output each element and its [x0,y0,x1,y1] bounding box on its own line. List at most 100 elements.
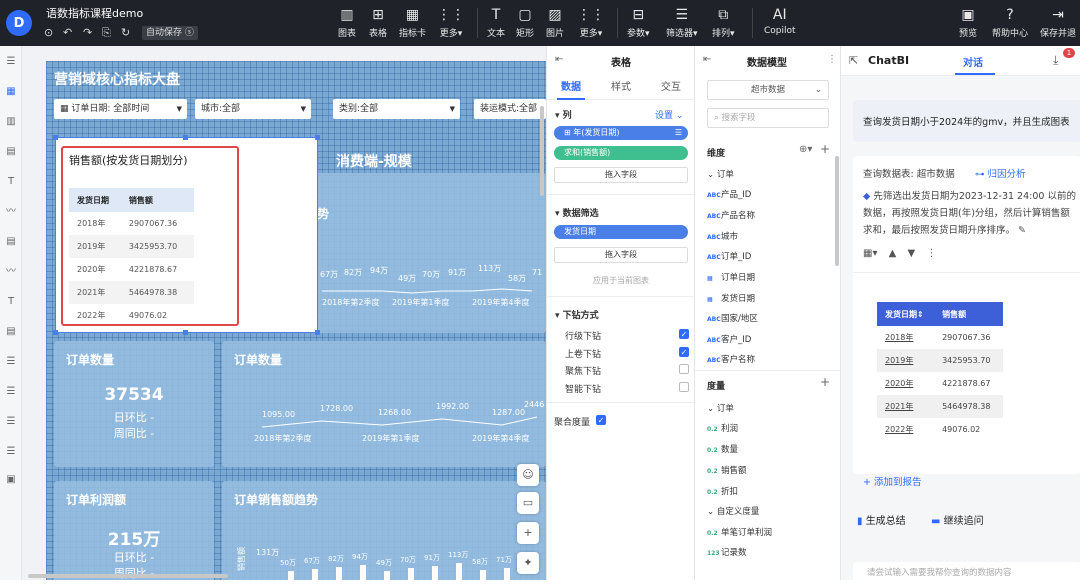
filter-ship-mode[interactable]: 装运模式:全部 [474,99,546,119]
order-count-kpi-card[interactable]: 订单数量 37534 日环比 - 周同比 - [54,341,214,467]
canvas-horizontal-scrollbar[interactable] [28,574,228,578]
image-button[interactable]: ▨ 图片 [546,6,564,39]
dimension-field[interactable]: ABC城市 [707,230,738,242]
globe-icon[interactable]: ⊕▾ [799,144,812,155]
measure-field[interactable]: 0.2 折扣 [707,485,738,497]
download-icon[interactable]: ⤓ [1053,53,1058,68]
filter-button[interactable]: ☰ 筛选器▾ [666,6,698,39]
dimension-field[interactable]: ABC客户_ID [707,333,751,345]
data-filter-section[interactable]: ▾ 数据筛选 [555,206,599,219]
indicator-card-button[interactable]: ▦ 指标卡 [399,6,426,39]
list-icon[interactable]: ☰ [5,416,17,428]
tab-dialog[interactable]: 对话 [963,54,983,69]
follow-up-button[interactable]: ▬ 继续追问 [931,512,984,527]
dimension-field[interactable]: ABC产品名称 [707,209,755,221]
rectangle-button[interactable]: ▢ 矩形 [516,6,534,39]
tab-data[interactable]: 数据 [561,78,581,93]
chart-button[interactable]: ▥ 图表 [338,6,356,39]
dimension-field[interactable]: ▦ 发货日期 [707,292,755,304]
column-field-year[interactable]: ⊞ 年(发货日期) ☰ [554,126,688,140]
menu-icon[interactable]: ☰ [5,56,17,68]
tab-interaction[interactable]: 交互 [661,78,681,93]
dataset-select[interactable]: 超市数据 ⌄ [707,80,829,100]
line-chart-icon[interactable]: 〰 [5,206,17,218]
text-icon[interactable]: T [5,176,17,188]
dashboard-icon[interactable]: ▦ [5,86,17,98]
robot-assistant-button[interactable]: ☺ [517,464,539,486]
sort-icon[interactable]: ☰ [675,126,682,140]
generate-summary-button[interactable]: ▮ 生成总结 [857,512,906,527]
aggregate-measure-checkbox[interactable]: ✓ [596,415,606,425]
measure-field[interactable]: 0.2 利润 [707,422,738,434]
table-icon[interactable]: ▤ [5,326,17,338]
help-center-button[interactable]: ? 帮助中心 [992,6,1028,39]
add-dimension-icon[interactable]: + [820,142,830,156]
text-button[interactable]: T 文本 [487,6,505,39]
sales-trend-card[interactable]: 订单销售额趋势 销售额 131万 50万 67万 82万 94万 49万 70万… [222,481,546,580]
add-component-button[interactable]: + [517,522,539,544]
resize-handle[interactable] [315,330,320,335]
measure-group[interactable]: ⌄ 订单 [707,402,734,414]
more-vertical-icon[interactable]: ⋮ [926,248,936,259]
resize-handle[interactable] [315,135,320,140]
more-charts-button[interactable]: ⋮⋮ 更多▾ [437,6,465,39]
panel-scrollbar[interactable] [835,156,839,266]
columns-section[interactable]: ▾ 列 [555,108,572,121]
settings-link[interactable]: 设置 ⌄ [655,108,683,121]
refresh-icon[interactable]: ↻ [121,26,130,39]
line-chart-icon[interactable]: 〰 [5,266,17,278]
filter-category[interactable]: 类别:全部 ▼ [333,99,460,119]
profit-kpi-card[interactable]: 订单利润额 215万 日环比 - 周同比 - [54,481,214,580]
drill-focus-checkbox[interactable] [679,364,689,374]
dimension-group[interactable]: ⌄ 订单 [707,168,734,180]
filter-order-date[interactable]: ▦ 订单日期: 全部时间 ▼ [54,99,187,119]
chat-input[interactable]: 请尝试输入需要我帮你查询的数据内容 [853,562,1080,584]
measure-group[interactable]: ⌄ 自定义度量 [707,505,759,517]
panel-collapse-icon[interactable]: ⇤ [555,54,563,65]
parameter-button[interactable]: ⊟ 参数▾ [627,6,650,39]
column-header[interactable]: 销售额 [934,302,1003,326]
order-count-trend-card[interactable]: 订单数量 1095.00 1728.00 1268.00 1992.00 128… [222,341,546,467]
dimension-field[interactable]: ABC产品_ID [707,188,751,200]
dimension-field[interactable]: ABC订单_ID [707,250,751,262]
edit-icon[interactable]: ✎ [1015,225,1026,236]
drill-smart-checkbox[interactable] [679,382,689,392]
resize-handle[interactable] [183,330,188,335]
attribution-link[interactable]: ⊶ 归因分析 [975,166,1026,180]
more-elements-button[interactable]: ⋮⋮ 更多▾ [577,6,605,39]
column-field-sum-sales[interactable]: 求和(销售额) [554,146,688,160]
resize-handle[interactable] [53,135,58,140]
app-logo[interactable]: D [6,10,32,36]
bar-chart-icon[interactable]: ▥ [5,116,17,128]
more-vertical-icon[interactable]: ⋮ [827,54,837,65]
add-measure-icon[interactable]: + [820,375,830,389]
canvas-scrollbar[interactable] [540,106,544,196]
table-icon[interactable]: ▤ [5,236,17,248]
document-title[interactable]: 语数指标课程demo [46,5,143,21]
apply-to-chart-button[interactable]: 应用于当前图表 [547,275,695,286]
column-header[interactable]: 发货日期⇕ [877,302,935,326]
preview-button[interactable]: ▣ 预览 [959,6,977,39]
calendar-icon[interactable]: ▣ [5,474,17,486]
drill-section[interactable]: ▾ 下钻方式 [555,308,599,321]
filter-city[interactable]: 城市:全部 ▼ [195,99,311,119]
undo-icon[interactable]: ↶ [63,26,72,39]
list-icon[interactable]: ☰ [5,356,17,368]
arrange-button[interactable]: ⧉ 排列▾ [712,6,735,39]
dimension-field[interactable]: ▦ 订单日期 [707,271,755,283]
copilot-button[interactable]: AI Copilot [764,6,796,36]
drop-zone-columns[interactable]: 拖入字段 [554,167,688,183]
magic-button[interactable]: ✦ [517,552,539,574]
measure-field[interactable]: 123记录数 [707,546,747,558]
resize-handle[interactable] [183,135,188,140]
table-icon[interactable]: ▤ [5,146,17,158]
save-icon[interactable]: ⎘ [102,26,111,40]
redo-icon[interactable]: ↷ [83,26,92,39]
sort-icon[interactable]: ⇕ [917,310,924,319]
table-view-icon[interactable]: ▦▾ [863,248,877,259]
drill-row-checkbox[interactable]: ✓ [679,329,689,339]
dimension-field[interactable]: ABC客户名称 [707,353,755,365]
list-icon[interactable]: ☰ [5,386,17,398]
play-icon[interactable]: ⊙ [44,26,53,39]
measure-field[interactable]: 0.2 销售额 [707,464,747,476]
